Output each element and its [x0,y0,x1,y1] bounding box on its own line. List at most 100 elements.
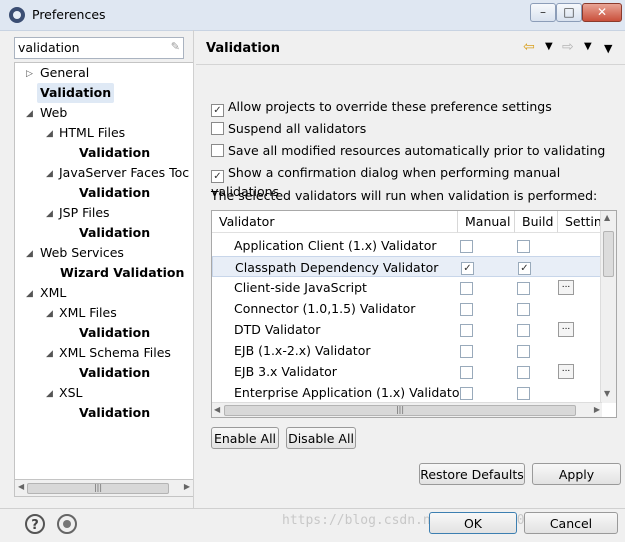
scroll-left-icon[interactable]: ◀ [214,405,220,414]
build-checkbox[interactable] [517,324,530,337]
table-row[interactable]: Classpath Dependency Validator ✓ ✓ [212,256,602,277]
collapse-arrow-icon[interactable]: ◢ [46,309,53,319]
build-checkbox[interactable] [517,282,530,295]
back-arrow-icon[interactable]: ⇦ [523,39,535,55]
tree-item-html-files[interactable]: HTML Files [59,123,125,143]
collapse-arrow-icon[interactable]: ◢ [46,129,53,139]
table-row[interactable]: Client-side JavaScript... [212,277,602,298]
tree-item-xml-validation[interactable]: Validation [79,323,150,343]
tree-item-xml-files[interactable]: XML Files [59,303,117,323]
scrollbar-thumb[interactable]: ||| [224,405,576,416]
validator-name: DTD Validator [234,322,321,337]
filter-input[interactable]: validation ✎ [14,37,184,59]
tree-item-jsp-files[interactable]: JSP Files [59,203,110,223]
manual-checkbox[interactable] [460,282,473,295]
manual-checkbox[interactable] [460,366,473,379]
manual-checkbox[interactable] [460,345,473,358]
tree-item-xsl-validation[interactable]: Validation [79,403,150,423]
tree-item-jsf-validation[interactable]: Validation [79,183,150,203]
forward-arrow-icon[interactable]: ⇨ [562,39,574,55]
tree-item-jsp-validation[interactable]: Validation [79,223,150,243]
scrollbar-thumb[interactable] [603,231,614,277]
checkbox[interactable]: ✓ [211,170,224,183]
view-menu-icon[interactable]: ▼ [604,42,612,55]
scrollbar-thumb[interactable]: ||| [27,483,169,494]
collapse-arrow-icon[interactable]: ◢ [46,349,53,359]
checkbox[interactable] [211,144,224,157]
back-dropdown-icon[interactable]: ▼ [545,41,553,52]
eraser-icon[interactable]: ✎ [171,40,180,53]
column-header-settings[interactable]: Settin [558,211,602,233]
tree-item-web-services[interactable]: Web Services [40,243,124,263]
forward-dropdown-icon[interactable]: ▼ [584,41,592,52]
tree-item-general[interactable]: General [40,63,89,83]
tree-item-xml-schema[interactable]: XML Schema Files [59,343,171,363]
checkbox[interactable]: ✓ [211,104,224,117]
scroll-left-icon[interactable]: ◀ [18,482,24,491]
tree-item-general-validation[interactable]: Validation [37,83,115,103]
build-checkbox[interactable] [517,366,530,379]
build-checkbox[interactable] [517,303,530,316]
settings-button[interactable]: ... [558,280,574,295]
settings-button[interactable]: ... [558,364,574,379]
tree-horizontal-scrollbar[interactable]: ◀ ||| ▶ [14,479,194,497]
collapse-arrow-icon[interactable]: ◢ [46,169,53,179]
build-checkbox[interactable]: ✓ [518,262,531,275]
column-header-build[interactable]: Build [515,211,558,233]
manual-checkbox[interactable]: ✓ [461,262,474,275]
close-button[interactable]: ✕ [582,3,622,22]
option-save-modified[interactable]: Save all modified resources automaticall… [211,142,605,160]
expand-arrow-icon[interactable]: ▷ [26,69,33,79]
column-header-validator[interactable]: Validator [212,211,458,233]
build-checkbox[interactable] [517,345,530,358]
tree-item-xml[interactable]: XML [40,283,66,303]
minimize-button[interactable]: – [530,3,556,22]
manual-checkbox[interactable] [460,303,473,316]
cancel-button[interactable]: Cancel [524,512,618,534]
table-row[interactable]: Application Client (1.x) Validator [212,235,602,256]
record-icon[interactable] [57,514,77,534]
tree-item-web[interactable]: Web [40,103,67,123]
collapse-arrow-icon[interactable]: ◢ [26,109,33,119]
table-vertical-scrollbar[interactable]: ▲ ▼ [600,211,616,403]
tree-item-wizard-validation[interactable]: Wizard Validation [60,263,184,283]
table-row[interactable]: Connector (1.0,1.5) Validator [212,298,602,319]
maximize-button[interactable]: □ [556,3,582,22]
option-show-confirmation[interactable]: ✓ Show a confirmation dialog when perform… [211,164,625,199]
build-checkbox[interactable] [517,387,530,400]
checkbox[interactable] [211,122,224,135]
option-allow-override[interactable]: ✓ Allow projects to override these prefer… [211,98,552,117]
tree-item-xsl[interactable]: XSL [59,383,82,403]
validator-name: Enterprise Application (1.x) Validator [234,385,465,400]
collapse-arrow-icon[interactable]: ◢ [26,249,33,259]
ok-button[interactable]: OK [429,512,517,534]
manual-checkbox[interactable] [460,387,473,400]
collapse-arrow-icon[interactable]: ◢ [46,209,53,219]
table-row[interactable]: DTD Validator... [212,319,602,340]
build-checkbox[interactable] [517,240,530,253]
tree-item-html-validation[interactable]: Validation [79,143,150,163]
scroll-right-icon[interactable]: ▶ [594,405,600,414]
scroll-down-icon[interactable]: ▼ [604,389,610,398]
column-header-manual[interactable]: Manual [458,211,515,233]
settings-button[interactable]: ... [558,322,574,337]
apply-button[interactable]: Apply [532,463,621,485]
disable-all-button[interactable]: Disable All [286,427,356,449]
collapse-arrow-icon[interactable]: ◢ [46,389,53,399]
table-row[interactable]: Enterprise Application (1.x) Validator [212,382,602,403]
table-row[interactable]: EJB (1.x-2.x) Validator [212,340,602,361]
collapse-arrow-icon[interactable]: ◢ [26,289,33,299]
tree-item-jsf[interactable]: JavaServer Faces Toc [59,163,189,183]
scroll-right-icon[interactable]: ▶ [184,482,190,491]
table-horizontal-scrollbar[interactable]: ◀ ||| ▶ [212,402,602,417]
panel-divider[interactable] [193,30,194,508]
scroll-up-icon[interactable]: ▲ [604,213,610,222]
table-row[interactable]: EJB 3.x Validator... [212,361,602,382]
manual-checkbox[interactable] [460,324,473,337]
restore-defaults-button[interactable]: Restore Defaults [419,463,525,485]
enable-all-button[interactable]: Enable All [211,427,279,449]
manual-checkbox[interactable] [460,240,473,253]
tree-item-xml-schema-validation[interactable]: Validation [79,363,150,383]
option-suspend-validators[interactable]: Suspend all validators [211,120,366,138]
help-icon[interactable]: ? [25,514,45,534]
